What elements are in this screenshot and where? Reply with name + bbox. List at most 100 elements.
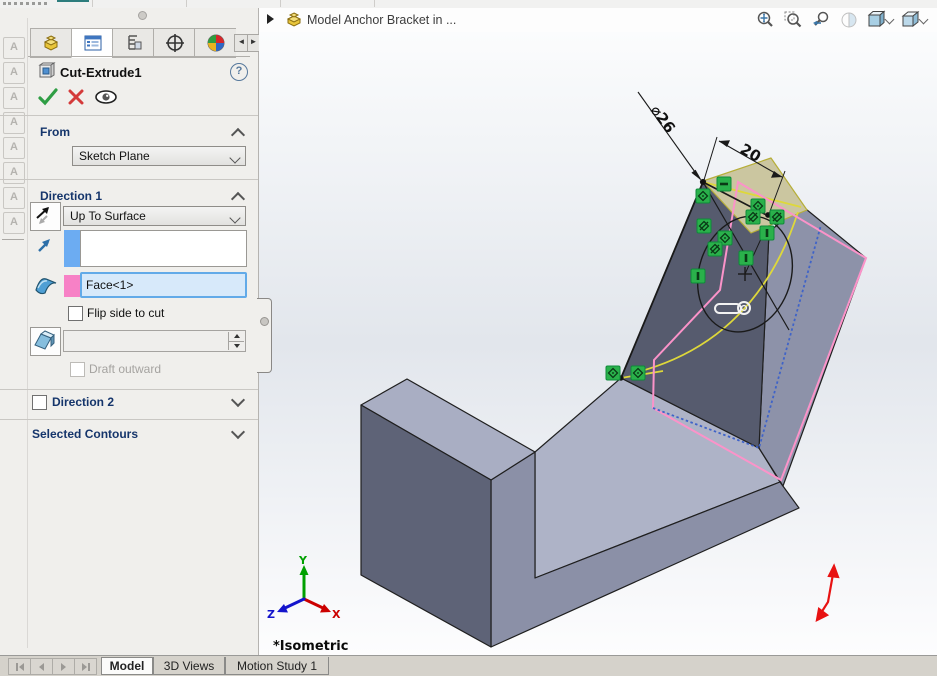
annotation-toolbar: A A A A A A A A xyxy=(0,18,28,648)
sketch-relation-icon-tangent[interactable] xyxy=(697,219,711,233)
toolbar-separator xyxy=(92,0,93,7)
selected-contours-label: Selected Contours xyxy=(32,427,138,441)
divider xyxy=(0,389,258,390)
tab-dimxpertmanager[interactable] xyxy=(153,28,195,58)
collapse-direction1-chevron[interactable] xyxy=(231,192,245,206)
viewport-top-bar: Model Anchor Bracket in ... xyxy=(259,8,937,32)
toolbar-separator xyxy=(374,0,375,7)
annotation-tool-icon[interactable]: A xyxy=(3,37,25,59)
dimxpert-icon xyxy=(165,33,185,53)
annotation-tool-icon[interactable]: A xyxy=(3,137,25,159)
end-condition-dropdown[interactable]: Up To Surface xyxy=(63,206,246,226)
cancel-button[interactable] xyxy=(68,89,84,105)
first-tab-button[interactable] xyxy=(8,658,31,675)
section-view-icon xyxy=(839,10,859,30)
zoom-to-area-button[interactable] xyxy=(781,10,805,30)
view-orientation-icon xyxy=(866,10,886,30)
flip-side-checkbox[interactable] xyxy=(68,306,83,321)
tab-motion-study[interactable]: Motion Study 1 xyxy=(225,657,329,675)
sketch-relation-icon-tangent[interactable] xyxy=(708,242,722,256)
expand-direction2-chevron[interactable] xyxy=(231,393,245,407)
cut-extrude-feature-icon xyxy=(38,62,56,80)
tab-3d-views[interactable]: 3D Views xyxy=(153,657,225,675)
splitter-grip-dot[interactable] xyxy=(260,317,269,326)
graphics-viewport[interactable]: ⌀26 20 xyxy=(259,32,937,655)
previous-view-button[interactable] xyxy=(809,10,833,30)
face-selection-strip xyxy=(64,275,80,297)
ok-button[interactable] xyxy=(38,88,58,106)
sketch-relation-icon-vertical[interactable] xyxy=(739,251,753,265)
reverse-direction-button[interactable] xyxy=(30,202,61,231)
sketch-relation-icon-coincident[interactable] xyxy=(631,366,645,380)
direction2-checkbox[interactable] xyxy=(32,395,47,410)
draft-angle-spinner[interactable] xyxy=(228,332,244,350)
annotation-tool-icon[interactable]: A xyxy=(3,212,25,234)
appearance-wheel-icon xyxy=(206,33,226,53)
axis-z-label: Z xyxy=(267,608,275,621)
previous-tab-button[interactable] xyxy=(30,658,53,675)
toolbar-drag-grip[interactable] xyxy=(3,2,47,5)
axis-x-label: X xyxy=(332,608,341,621)
from-dropdown-value: Sketch Plane xyxy=(79,149,150,163)
tab-model[interactable]: Model xyxy=(101,657,153,675)
toolbar-separator xyxy=(2,239,24,240)
display-style-icon xyxy=(900,10,920,30)
divider xyxy=(0,419,258,420)
tab-featuremanager[interactable] xyxy=(30,28,72,58)
feature-title: Cut-Extrude1 xyxy=(60,65,142,80)
view-orientation-button[interactable] xyxy=(865,10,895,30)
annotation-tool-icon[interactable]: A xyxy=(3,62,25,84)
panel-collapse-grip[interactable] xyxy=(138,11,147,20)
heads-up-toolbar xyxy=(753,10,929,30)
sketch-relation-icon-vertical[interactable] xyxy=(691,269,705,283)
draft-outward-label: Draft outward xyxy=(89,362,161,376)
face-selection-box[interactable]: Face<1> xyxy=(80,272,247,298)
next-tab-button[interactable] xyxy=(52,658,75,675)
annotation-tool-icon[interactable]: A xyxy=(3,162,25,184)
sketch-relation-icon-horizontal[interactable] xyxy=(717,177,731,191)
direction-reference-box[interactable] xyxy=(80,230,247,267)
previous-view-icon xyxy=(811,10,831,30)
zoom-to-fit-button[interactable] xyxy=(753,10,777,30)
preview-eye-button[interactable] xyxy=(94,89,118,105)
chevron-down-icon xyxy=(884,14,894,24)
breadcrumb[interactable]: Model Anchor Bracket in ... xyxy=(307,13,456,27)
section-view-button xyxy=(837,10,861,30)
draft-button[interactable] xyxy=(30,327,61,356)
expand-selected-contours-chevron[interactable] xyxy=(231,425,245,439)
annotation-tool-icon[interactable]: A xyxy=(3,187,25,209)
configuration-icon xyxy=(125,34,143,52)
draft-outward-checkbox xyxy=(70,362,85,377)
help-button[interactable]: ? xyxy=(230,63,248,81)
sketch-relation-icon-vertical[interactable] xyxy=(760,226,774,240)
tab-displaymanager[interactable] xyxy=(194,28,236,58)
panel-splitter-handle[interactable] xyxy=(257,298,272,373)
annotation-tool-icon[interactable]: A xyxy=(3,87,25,109)
spinner-down-icon[interactable] xyxy=(229,342,244,351)
spinner-up-icon[interactable] xyxy=(229,332,244,342)
sketch-relation-icon-tangent[interactable] xyxy=(770,210,784,224)
sketch-relation-icon-tangent[interactable] xyxy=(746,210,760,224)
part-document-icon xyxy=(286,12,303,27)
chevron-down-icon xyxy=(229,212,240,223)
sketch-relation-icon-coincident[interactable] xyxy=(606,366,620,380)
tab-configurationmanager[interactable] xyxy=(112,28,154,58)
divider xyxy=(0,179,258,180)
from-dropdown[interactable]: Sketch Plane xyxy=(72,146,246,166)
axis-y-label: Y xyxy=(298,554,308,567)
draft-angle-field[interactable] xyxy=(63,330,246,352)
draft-icon xyxy=(31,328,58,353)
zoom-fit-icon xyxy=(755,10,775,30)
bottom-tab-bar: Model 3D Views Motion Study 1 xyxy=(0,655,937,676)
tab-underline xyxy=(28,56,250,57)
display-style-button[interactable] xyxy=(899,10,929,30)
last-tab-button[interactable] xyxy=(74,658,97,675)
direction-reference-strip xyxy=(64,230,80,267)
sketch-relation-icon-coincident[interactable] xyxy=(696,189,710,203)
zoom-area-icon xyxy=(783,10,803,30)
toolbar-separator xyxy=(280,0,281,7)
toolbar-separator xyxy=(186,0,187,7)
flyout-tree-arrow[interactable] xyxy=(267,14,274,24)
tab-propertymanager[interactable] xyxy=(71,28,113,58)
collapse-from-chevron[interactable] xyxy=(231,128,245,142)
